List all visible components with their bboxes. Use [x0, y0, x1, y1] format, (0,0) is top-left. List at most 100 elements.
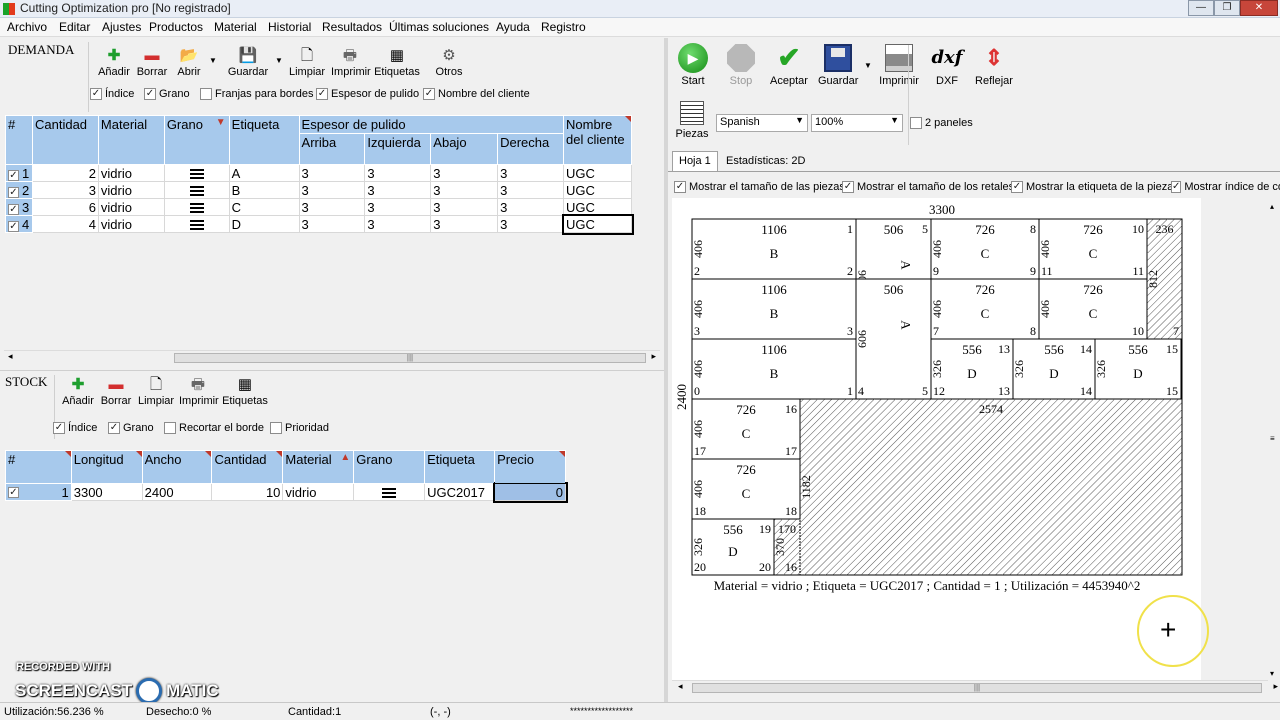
- column-header[interactable]: Longitud: [70, 450, 143, 484]
- column-header[interactable]: Arriba: [298, 133, 366, 165]
- column-header[interactable]: Abajo: [430, 133, 499, 165]
- demanda-other-button[interactable]: ⚙ Otros: [432, 48, 466, 79]
- table-cell[interactable]: 3: [364, 181, 432, 199]
- stock-add-button[interactable]: ✚ Añadir: [62, 377, 94, 408]
- table-cell[interactable]: 3: [364, 164, 432, 182]
- column-header[interactable]: #: [5, 115, 33, 165]
- mirror-button[interactable]: ⇕ Reflejar: [974, 43, 1014, 87]
- checkbox-unchecked-icon[interactable]: [200, 88, 212, 100]
- start-button[interactable]: ▶ Start: [676, 43, 710, 87]
- menu-productos[interactable]: Productos: [149, 20, 203, 34]
- checkbox-checked-icon[interactable]: ✓: [842, 181, 854, 193]
- column-header[interactable]: Etiqueta: [424, 450, 496, 484]
- scrollbar-grip-icon[interactable]: ≡: [1270, 434, 1275, 443]
- checkbox-checked-icon[interactable]: ✓: [8, 186, 19, 198]
- option-espesor[interactable]: ✓ Espesor de pulido: [316, 88, 419, 100]
- checkbox-checked-icon[interactable]: ✓: [144, 88, 156, 100]
- scroll-left-icon[interactable]: ◂: [8, 351, 13, 362]
- checkbox-checked-icon[interactable]: ✓: [1171, 181, 1182, 193]
- checkbox-checked-icon[interactable]: ✓: [8, 220, 19, 232]
- table-cell[interactable]: 3: [497, 164, 565, 182]
- demanda-labels-button[interactable]: ▦ Etiquetas: [374, 48, 420, 79]
- column-header[interactable]: Grano ▼: [163, 115, 230, 165]
- checkbox-checked-icon[interactable]: ✓: [53, 422, 65, 434]
- checkbox-checked-icon[interactable]: ✓: [90, 88, 102, 100]
- checkbox-checked-icon[interactable]: ✓: [108, 422, 120, 434]
- table-cell[interactable]: D: [228, 215, 300, 233]
- demanda-horizontal-scrollbar[interactable]: ◂ ||| ▸: [4, 350, 660, 364]
- checkbox-unchecked-icon[interactable]: [270, 422, 282, 434]
- show-piece-label-option[interactable]: ✓ Mostrar la etiqueta de la pieza: [1011, 181, 1173, 193]
- table-cell[interactable]: ✓ 2: [5, 181, 33, 199]
- table-cell[interactable]: 3: [364, 215, 432, 233]
- table-row[interactable]: ✓ 1 3300 2400 10 vidrio UGC2017 0: [5, 481, 568, 503]
- stock-option-indice[interactable]: ✓ Índice: [53, 422, 97, 434]
- pieces-button[interactable]: Piezas: [674, 101, 710, 140]
- table-cell[interactable]: UGC: [563, 164, 632, 182]
- chevron-down-icon[interactable]: ▼: [275, 56, 283, 65]
- table-cell[interactable]: 3: [430, 164, 499, 182]
- column-header[interactable]: Derecha: [497, 133, 565, 165]
- table-cell[interactable]: [163, 164, 230, 182]
- table-row[interactable]: ✓ 3 6 vidrio C 3 3 3 3 UGC: [5, 198, 632, 216]
- table-cell[interactable]: 4: [31, 215, 99, 233]
- table-cell[interactable]: 3300: [70, 483, 143, 501]
- table-cell[interactable]: 3: [298, 181, 366, 199]
- language-select[interactable]: Spanish ▼: [716, 114, 808, 132]
- table-cell[interactable]: [353, 483, 426, 501]
- canvas-horizontal-scrollbar[interactable]: ◂ ||| ▸: [672, 680, 1278, 694]
- cutting-layout-canvas[interactable]: 330024001106406B122506606A56726406C89972…: [672, 198, 1268, 682]
- menu-material[interactable]: Material: [214, 20, 257, 34]
- canvas-vertical-scrollbar[interactable]: ▴ ≡ ▾: [1268, 198, 1280, 682]
- minimize-button[interactable]: —: [1188, 0, 1214, 16]
- scroll-down-icon[interactable]: ▾: [1270, 669, 1274, 678]
- table-cell[interactable]: vidrio: [97, 215, 165, 233]
- table-cell[interactable]: 2400: [141, 483, 213, 501]
- stock-print-button[interactable]: 🖶 Imprimir: [179, 377, 219, 408]
- checkbox-checked-icon[interactable]: ✓: [674, 181, 686, 193]
- table-cell[interactable]: vidrio: [97, 181, 165, 199]
- table-cell[interactable]: 3: [298, 164, 366, 182]
- print-results-button[interactable]: Imprimir: [878, 43, 920, 87]
- checkbox-checked-icon[interactable]: ✓: [8, 203, 19, 215]
- column-header[interactable]: Espesor de pulido: [298, 115, 565, 134]
- scroll-right-icon[interactable]: ▸: [651, 351, 656, 362]
- table-cell[interactable]: vidrio: [282, 483, 355, 501]
- accept-button[interactable]: ✔ Aceptar: [768, 43, 810, 88]
- column-header[interactable]: Grano: [353, 450, 426, 484]
- maximize-button[interactable]: ❐: [1214, 0, 1240, 16]
- column-header[interactable]: Izquierda: [364, 133, 432, 165]
- menu-resultados[interactable]: Resultados: [322, 20, 382, 34]
- show-index-option[interactable]: ✓ Mostrar índice de co: [1171, 181, 1280, 193]
- column-header[interactable]: #: [5, 450, 72, 484]
- checkbox-checked-icon[interactable]: ✓: [316, 88, 328, 100]
- table-cell[interactable]: 3: [298, 198, 366, 216]
- table-cell[interactable]: 2: [31, 164, 99, 182]
- table-row[interactable]: ✓ 1 2 vidrio A 3 3 3 3 UGC: [5, 164, 632, 182]
- column-header[interactable]: Etiqueta: [228, 115, 300, 165]
- demanda-clear-button[interactable]: 🗋 Limpiar: [289, 48, 325, 79]
- show-offcut-size-option[interactable]: ✓ Mostrar el tamaño de los retales: [842, 181, 1014, 193]
- table-cell[interactable]: ✓ 1: [5, 483, 72, 501]
- column-header[interactable]: Cantidad: [31, 115, 99, 165]
- checkbox-unchecked-icon[interactable]: [164, 422, 176, 434]
- table-cell[interactable]: 6: [31, 198, 99, 216]
- table-cell[interactable]: 3: [497, 181, 565, 199]
- menu-ayuda[interactable]: Ayuda: [496, 20, 530, 34]
- option-indice[interactable]: ✓ Índice: [90, 88, 134, 100]
- table-cell[interactable]: 0: [492, 481, 568, 503]
- demanda-save-button[interactable]: 💾 Guardar: [226, 48, 270, 79]
- stock-option-grano[interactable]: ✓ Grano: [108, 422, 154, 434]
- table-cell[interactable]: 3: [430, 198, 499, 216]
- checkbox-checked-icon[interactable]: ✓: [8, 486, 19, 498]
- table-cell[interactable]: UGC: [563, 181, 632, 199]
- table-cell[interactable]: 3: [364, 198, 432, 216]
- table-cell[interactable]: C: [228, 198, 300, 216]
- column-header[interactable]: Precio: [494, 450, 566, 484]
- menu-ajustes[interactable]: Ajustes: [102, 20, 141, 34]
- chevron-down-icon[interactable]: ▼: [209, 56, 217, 65]
- table-cell[interactable]: B: [228, 181, 300, 199]
- table-cell[interactable]: A: [228, 164, 300, 182]
- close-button[interactable]: ✕: [1240, 0, 1278, 16]
- show-piece-size-option[interactable]: ✓ Mostrar el tamaño de las piezas: [674, 181, 845, 193]
